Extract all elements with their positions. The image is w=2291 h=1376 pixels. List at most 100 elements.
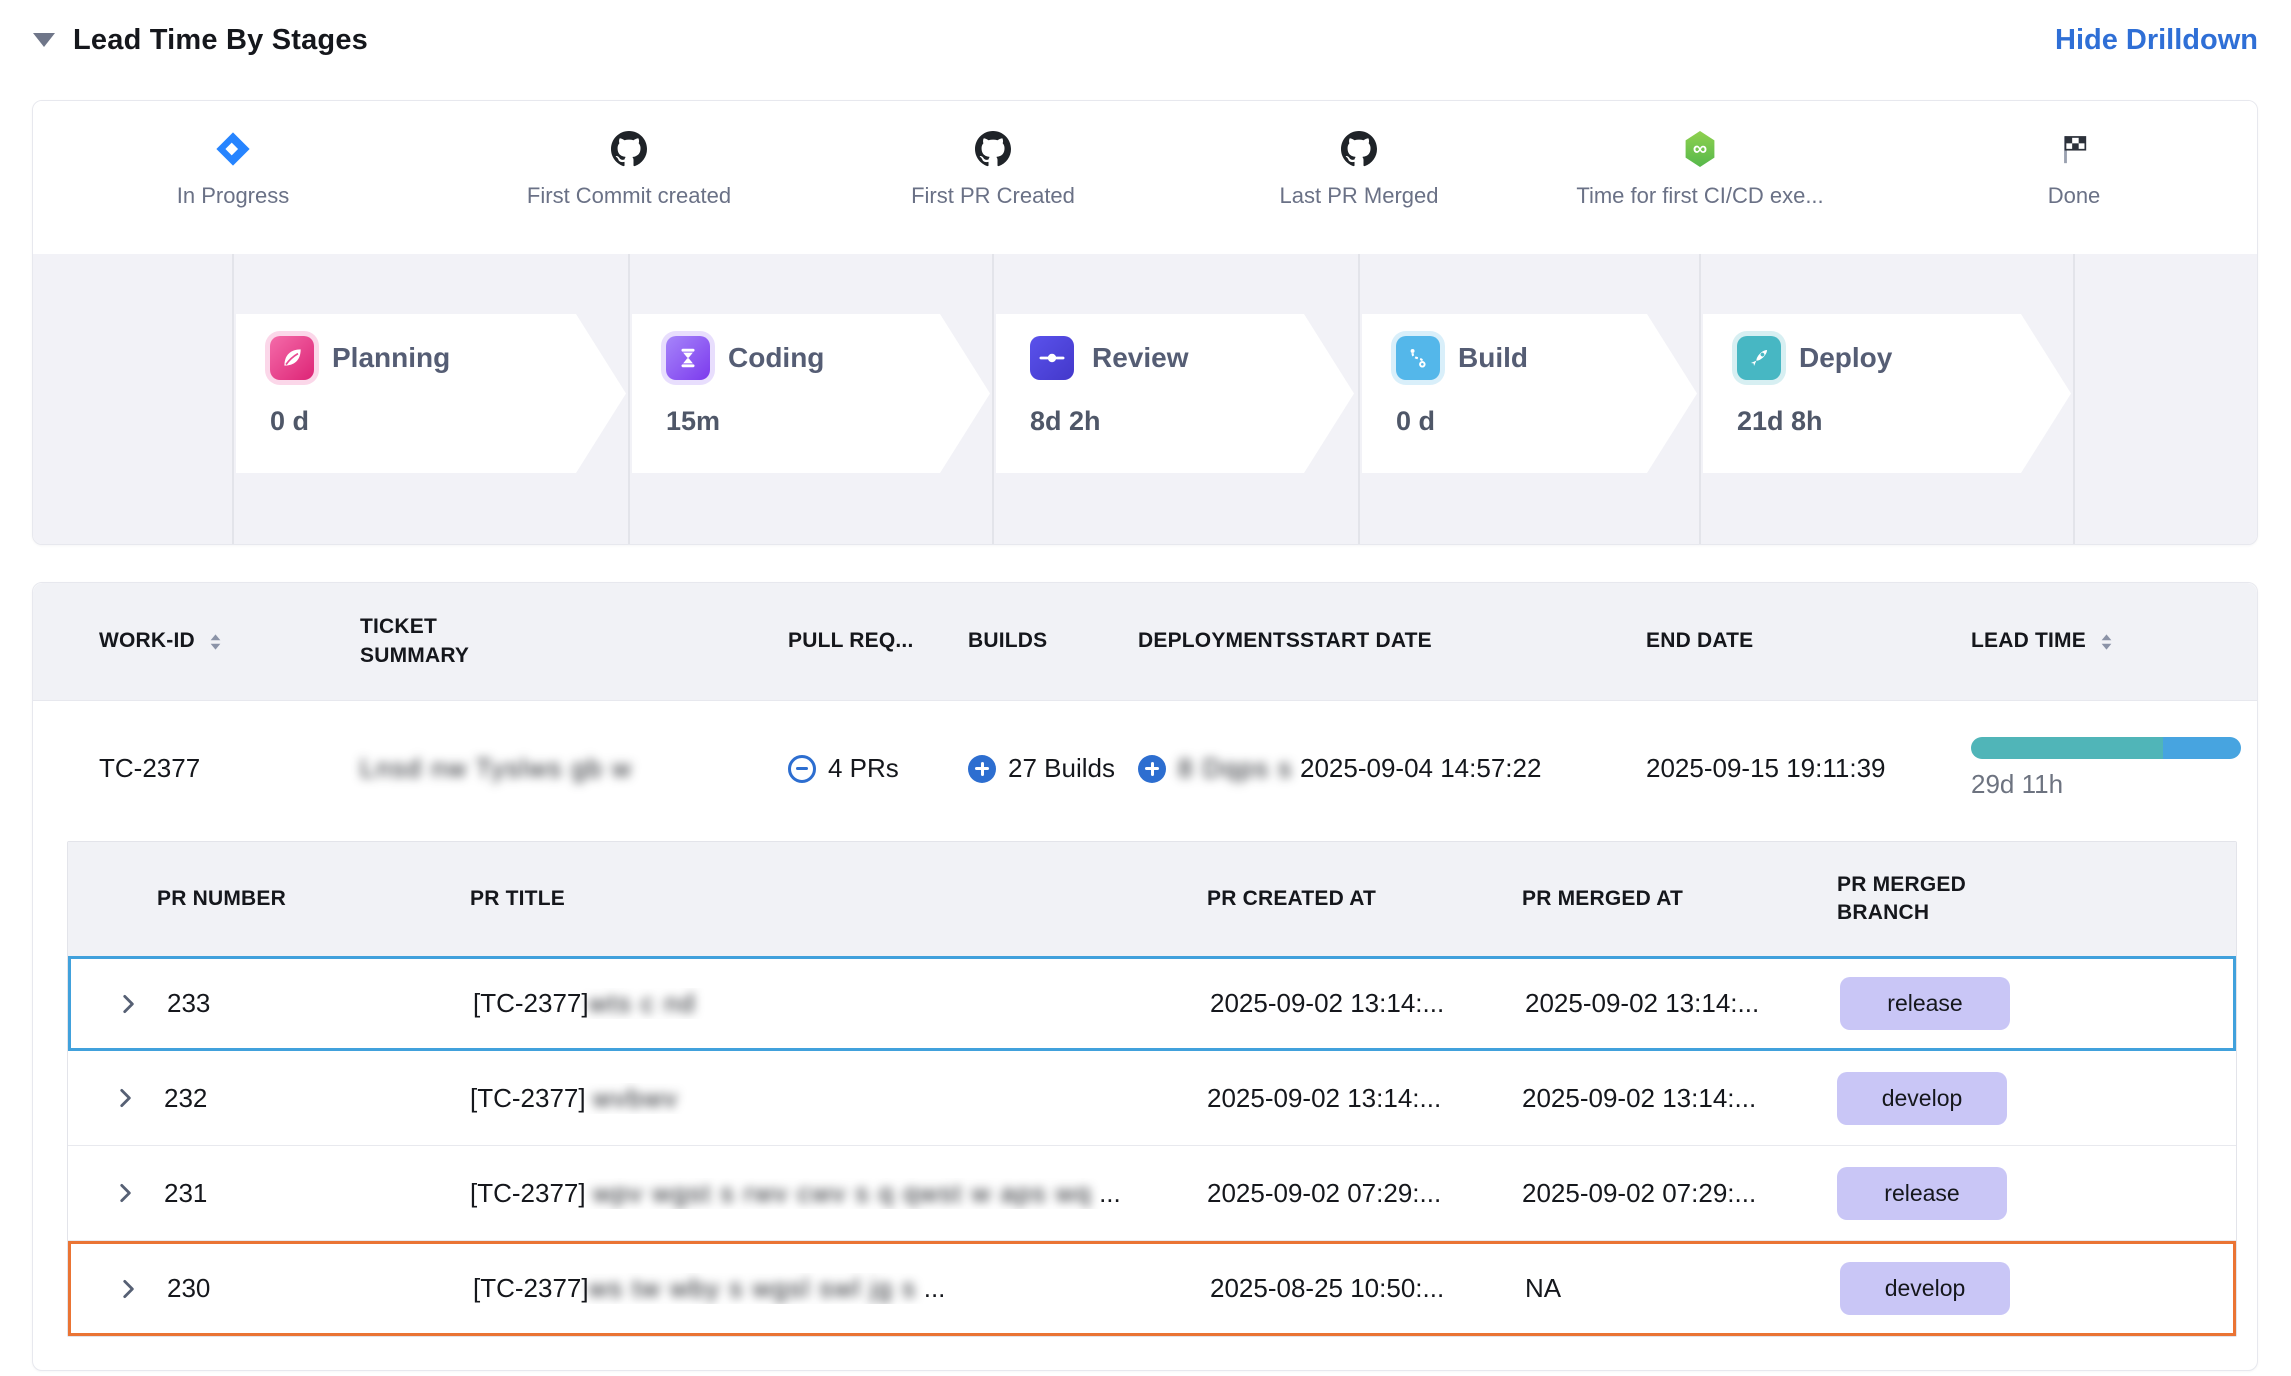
pr-merged-at: NA bbox=[1525, 1273, 1840, 1304]
pr-count: 4 PRs bbox=[828, 753, 899, 784]
collapse-arrow-icon[interactable] bbox=[33, 33, 55, 47]
pr-title: [TC-2377]wts c nd bbox=[473, 988, 1210, 1019]
column-deployments: DEPLOYMENTS bbox=[1138, 627, 1300, 655]
milestone-label: First PR Created bbox=[911, 183, 1075, 209]
stage-duration: 0 d bbox=[270, 406, 626, 437]
pr-row-232[interactable]: 232 [TC-2377] wvbwv 2025-09-02 13:14:...… bbox=[68, 1051, 2236, 1146]
stage-zone: Planning 0 d Coding 15m Revi bbox=[33, 254, 2257, 545]
pr-row-231[interactable]: 231 [TC-2377] wpv wgst s rwv cwv s q qws… bbox=[68, 1146, 2236, 1241]
branch-badge: develop bbox=[1837, 1072, 2007, 1125]
column-builds: BUILDS bbox=[968, 627, 1138, 655]
stage-duration: 0 d bbox=[1396, 406, 1697, 437]
sort-icon[interactable] bbox=[2100, 633, 2113, 651]
stages-panel: In Progress First Commit created First P… bbox=[32, 100, 2258, 545]
milestone-label: Time for first CI/CD exe... bbox=[1576, 183, 1823, 209]
pipeline-icon bbox=[1396, 336, 1440, 380]
stage-name: Build bbox=[1458, 342, 1528, 374]
column-end-date: END DATE bbox=[1633, 627, 1963, 655]
pr-created-at: 2025-09-02 13:14:... bbox=[1207, 1083, 1522, 1114]
milestone-label: Done bbox=[2048, 183, 2101, 209]
stage-divider bbox=[1358, 254, 1360, 545]
milestone-first-commit: First Commit created bbox=[459, 101, 799, 209]
hourglass-icon bbox=[666, 336, 710, 380]
pr-merged-at: 2025-09-02 13:14:... bbox=[1525, 988, 1840, 1019]
github-icon bbox=[975, 127, 1011, 171]
lead-time-drilldown-page: Lead Time By Stages Hide Drilldown In Pr… bbox=[0, 0, 2291, 1376]
stage-name: Coding bbox=[728, 342, 824, 374]
work-id-value: TC-2377 bbox=[99, 753, 360, 784]
expand-row-icon[interactable] bbox=[112, 1180, 138, 1206]
milestone-cicd: ∞ Time for first CI/CD exe... bbox=[1530, 101, 1870, 209]
pr-merged-at: 2025-09-02 13:14:... bbox=[1522, 1083, 1837, 1114]
stage-divider bbox=[992, 254, 994, 545]
stage-build: Build 0 d bbox=[1362, 314, 1697, 473]
builds-count: 27 Builds bbox=[1008, 753, 1115, 784]
stage-divider bbox=[232, 254, 234, 545]
start-date-value: 2025-09-04 14:57:22 bbox=[1300, 753, 1633, 784]
stage-divider bbox=[628, 254, 630, 545]
pr-title: [TC-2377] wvbwv bbox=[470, 1083, 1207, 1114]
stage-name: Review bbox=[1092, 342, 1189, 374]
pr-merged-at: 2025-09-02 07:29:... bbox=[1522, 1178, 1837, 1209]
column-pr-title: PR TITLE bbox=[470, 885, 1207, 913]
lead-time-bar bbox=[1971, 737, 2241, 759]
lead-time-bar-teal bbox=[1971, 737, 2163, 759]
sort-icon[interactable] bbox=[209, 633, 222, 651]
cicd-icon: ∞ bbox=[1684, 127, 1716, 171]
jira-icon bbox=[214, 127, 252, 171]
lead-time-value: 29d 11h bbox=[1971, 769, 2241, 800]
pr-number: 232 bbox=[164, 1083, 207, 1114]
pr-title: [TC-2377]ws tw wby s wgsl swl jg s ... bbox=[473, 1273, 1210, 1304]
pr-created-at: 2025-08-25 10:50:... bbox=[1210, 1273, 1525, 1304]
expand-row-icon[interactable] bbox=[115, 991, 141, 1017]
milestone-first-pr: First PR Created bbox=[823, 101, 1163, 209]
pr-number: 233 bbox=[167, 988, 210, 1019]
stage-divider bbox=[1699, 254, 1701, 545]
stage-review: Review 8d 2h bbox=[996, 314, 1354, 473]
pr-created-at: 2025-09-02 07:29:... bbox=[1207, 1178, 1522, 1209]
column-pull-requests: PULL REQ... bbox=[788, 627, 968, 655]
github-icon bbox=[611, 127, 647, 171]
pr-row-233[interactable]: 233 [TC-2377]wts c nd 2025-09-02 13:14:.… bbox=[68, 956, 2236, 1051]
branch-badge: release bbox=[1837, 1167, 2007, 1220]
expand-deployments-icon[interactable] bbox=[1138, 755, 1166, 783]
column-pr-created-at: PR CREATED AT bbox=[1207, 885, 1522, 913]
work-table-header: WORK-ID TICKET SUMMARY PULL REQ... BUILD… bbox=[33, 583, 2257, 701]
column-pr-number: PR NUMBER bbox=[68, 885, 470, 913]
pr-created-at: 2025-09-02 13:14:... bbox=[1210, 988, 1525, 1019]
column-lead-time: LEAD TIME bbox=[1963, 627, 2231, 655]
pr-number: 231 bbox=[164, 1178, 207, 1209]
stage-planning: Planning 0 d bbox=[236, 314, 626, 473]
rocket-icon bbox=[1737, 336, 1781, 380]
stage-deploy: Deploy 21d 8h bbox=[1703, 314, 2071, 473]
branch-badge: release bbox=[1840, 977, 2010, 1030]
expand-row-icon[interactable] bbox=[115, 1276, 141, 1302]
stage-coding: Coding 15m bbox=[632, 314, 990, 473]
planning-icon bbox=[270, 336, 314, 380]
work-item-row: TC-2377 Lnsd nw Tyslws gb w 4 PRs 27 Bui… bbox=[33, 701, 2257, 836]
stage-duration: 15m bbox=[666, 406, 990, 437]
drilldown-table: WORK-ID TICKET SUMMARY PULL REQ... BUILD… bbox=[32, 582, 2258, 1371]
deployments-redacted: 8 Dqps s bbox=[1178, 753, 1293, 784]
milestone-in-progress: In Progress bbox=[63, 101, 403, 209]
stage-duration: 8d 2h bbox=[1030, 406, 1354, 437]
stage-name: Planning bbox=[332, 342, 450, 374]
pr-row-230[interactable]: 230 [TC-2377]ws tw wby s wgsl swl jg s .… bbox=[68, 1241, 2236, 1336]
expand-row-icon[interactable] bbox=[112, 1085, 138, 1111]
milestone-label: In Progress bbox=[177, 183, 290, 209]
column-start-date: START DATE bbox=[1300, 627, 1633, 655]
milestone-last-pr-merged: Last PR Merged bbox=[1189, 101, 1529, 209]
section-header: Lead Time By Stages Hide Drilldown bbox=[33, 16, 2258, 64]
collapse-prs-icon[interactable] bbox=[788, 755, 816, 783]
ticket-summary-redacted: Lnsd nw Tyslws gb w bbox=[360, 753, 632, 783]
stage-duration: 21d 8h bbox=[1737, 406, 2071, 437]
page-title: Lead Time By Stages bbox=[73, 24, 368, 57]
branch-badge: develop bbox=[1840, 1262, 2010, 1315]
expand-builds-icon[interactable] bbox=[968, 755, 996, 783]
pr-number: 230 bbox=[167, 1273, 210, 1304]
column-work-id: WORK-ID bbox=[99, 627, 360, 655]
column-ticket-summary: TICKET SUMMARY bbox=[360, 613, 788, 670]
hide-drilldown-link[interactable]: Hide Drilldown bbox=[2055, 24, 2258, 57]
end-date-value: 2025-09-15 19:11:39 bbox=[1633, 753, 1963, 784]
pr-title: [TC-2377] wpv wgst s rwv cwv s q qwst w … bbox=[470, 1178, 1207, 1209]
